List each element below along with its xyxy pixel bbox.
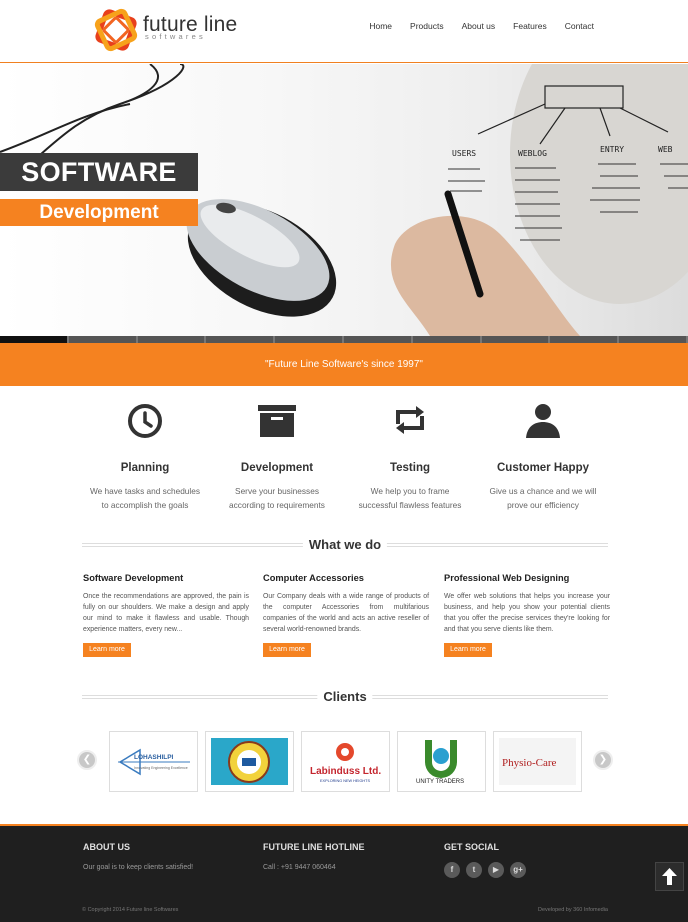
- feature-testing: Testing We help you to frame successful f…: [343, 400, 477, 512]
- svg-text:ENTRY: ENTRY: [600, 145, 624, 154]
- service-text: Our Company deals with a wide range of p…: [263, 593, 429, 633]
- developer-credit[interactable]: Developed by 360 Infomedia: [538, 907, 608, 913]
- twitter-icon[interactable]: t: [466, 862, 482, 878]
- slider-dot[interactable]: [138, 336, 207, 343]
- svg-text:WEBLOG: WEBLOG: [518, 149, 547, 158]
- section-heading-clients: Clients: [82, 689, 608, 705]
- slider-dot[interactable]: [275, 336, 344, 343]
- logo-tagline: softwares: [145, 32, 206, 41]
- nav-home[interactable]: Home: [369, 20, 392, 32]
- service-title: Computer Accessories: [263, 573, 364, 583]
- footer-hotline: FUTURE LINE HOTLINE Call : +91 9447 0604…: [263, 842, 365, 871]
- client-logo-physio-care[interactable]: Physio-Care: [493, 731, 582, 792]
- footer-heading: ABOUT US: [83, 842, 130, 852]
- svg-text:USERS: USERS: [452, 149, 476, 158]
- footer-heading: GET SOCIAL: [444, 842, 500, 852]
- service-title: Professional Web Designing: [444, 573, 570, 583]
- service-title: Software Development: [83, 573, 184, 583]
- slider-dot[interactable]: [619, 336, 688, 343]
- back-to-top-button[interactable]: [655, 862, 684, 891]
- learn-more-button[interactable]: Learn more: [263, 643, 311, 657]
- nav-features[interactable]: Features: [513, 20, 547, 32]
- svg-text:EXPLORING NEW HEIGHTS: EXPLORING NEW HEIGHTS: [320, 779, 370, 783]
- phone-number: Call : +91 9447 060464: [263, 864, 336, 871]
- learn-more-button[interactable]: Learn more: [444, 643, 492, 657]
- user-icon: [526, 404, 560, 438]
- google-plus-icon[interactable]: g+: [510, 862, 526, 878]
- client-logo-unity-traders[interactable]: UNITY TRADERS: [397, 731, 486, 792]
- svg-text:Physio-Care: Physio-Care: [502, 757, 557, 769]
- client-logo-labinduss[interactable]: Labinduss Ltd. EXPLORING NEW HEIGHTS: [301, 731, 390, 792]
- service-text: We offer web solutions that helps you in…: [444, 593, 610, 633]
- facebook-icon[interactable]: f: [444, 862, 460, 878]
- client-logo-lohashilpi[interactable]: LOHASHILPI Innovating Engineering Excell…: [109, 731, 198, 792]
- svg-text:Innovating Engineering Excelle: Innovating Engineering Excellence: [134, 766, 188, 770]
- nav-products[interactable]: Products: [410, 20, 444, 32]
- main-nav: Home Products About us Features Contact: [351, 20, 594, 32]
- slider-pager: [0, 336, 688, 343]
- youtube-icon[interactable]: ▶: [488, 862, 504, 878]
- feature-title: Customer Happy: [496, 462, 590, 474]
- footer-text: Our goal is to keep clients satisfied!: [83, 864, 194, 871]
- footer-heading: FUTURE LINE HOTLINE: [263, 842, 365, 852]
- service-computer-accessories: Computer Accessories Our Company deals w…: [263, 573, 429, 657]
- slider-dot[interactable]: [413, 336, 482, 343]
- client-logo-association[interactable]: [205, 731, 294, 792]
- svg-text:WEB: WEB: [658, 145, 673, 154]
- archive-box-icon: [258, 405, 296, 437]
- feature-title: Planning: [120, 462, 170, 474]
- feature-text: We help you to frame successful flawless …: [358, 486, 462, 510]
- slider-dot[interactable]: [550, 336, 620, 343]
- nav-contact[interactable]: Contact: [565, 20, 594, 32]
- copyright-text: © Copyright 2014 Future line Softwares: [82, 907, 179, 913]
- svg-text:LOHASHILPI: LOHASHILPI: [134, 754, 174, 761]
- feature-development: Development Serve your businesses accordi…: [210, 400, 344, 512]
- nav-about-us[interactable]: About us: [462, 20, 496, 32]
- hero-title-development: Development: [0, 199, 198, 226]
- social-links: f t ▶ g+: [444, 862, 526, 878]
- clock-icon: [128, 404, 162, 438]
- retweet-arrows-icon: [396, 406, 424, 434]
- site-header: future line softwares Home Products Abou…: [0, 0, 688, 63]
- carousel-prev-button[interactable]: ❮: [77, 750, 97, 770]
- feature-text: Give us a chance and we will prove our ef…: [489, 486, 597, 510]
- hero-slider: USERS WEBLOG ENTRY WEB SOFTWARE Developm…: [0, 64, 688, 336]
- arrow-up-icon: [662, 868, 677, 885]
- svg-text:UNITY TRADERS: UNITY TRADERS: [416, 779, 464, 785]
- feature-customer-happy: Customer Happy Give us a chance and we w…: [476, 400, 610, 512]
- hero-title-software: SOFTWARE: [0, 153, 198, 191]
- section-heading-what-we-do: What we do: [82, 537, 608, 553]
- slider-dot[interactable]: [344, 336, 413, 343]
- footer-about: ABOUT US Our goal is to keep clients sat…: [83, 842, 193, 871]
- slider-dot[interactable]: [69, 336, 138, 343]
- feature-title: Testing: [389, 462, 431, 474]
- feature-text: We have tasks and schedules to accomplish…: [89, 486, 201, 510]
- service-text: Once the recommendations are approved, t…: [83, 593, 249, 633]
- service-software-development: Software Development Once the recommenda…: [83, 573, 249, 657]
- footer-social: GET SOCIAL f t ▶ g+: [444, 842, 526, 878]
- learn-more-button[interactable]: Learn more: [83, 643, 131, 657]
- slider-dot[interactable]: [482, 336, 551, 343]
- slider-dot[interactable]: [206, 336, 276, 343]
- tagline-banner: "Future Line Software's since 1997": [0, 343, 688, 386]
- svg-text:Labinduss Ltd.: Labinduss Ltd.: [310, 766, 381, 777]
- slider-dot[interactable]: [0, 336, 69, 343]
- service-web-designing: Professional Web Designing We offer web …: [444, 573, 610, 657]
- feature-title: Development: [240, 462, 314, 474]
- feature-planning: Planning We have tasks and schedules to a…: [78, 400, 212, 512]
- feature-text: Serve your businesses according to requir…: [229, 486, 325, 510]
- carousel-next-button[interactable]: ❯: [593, 750, 613, 770]
